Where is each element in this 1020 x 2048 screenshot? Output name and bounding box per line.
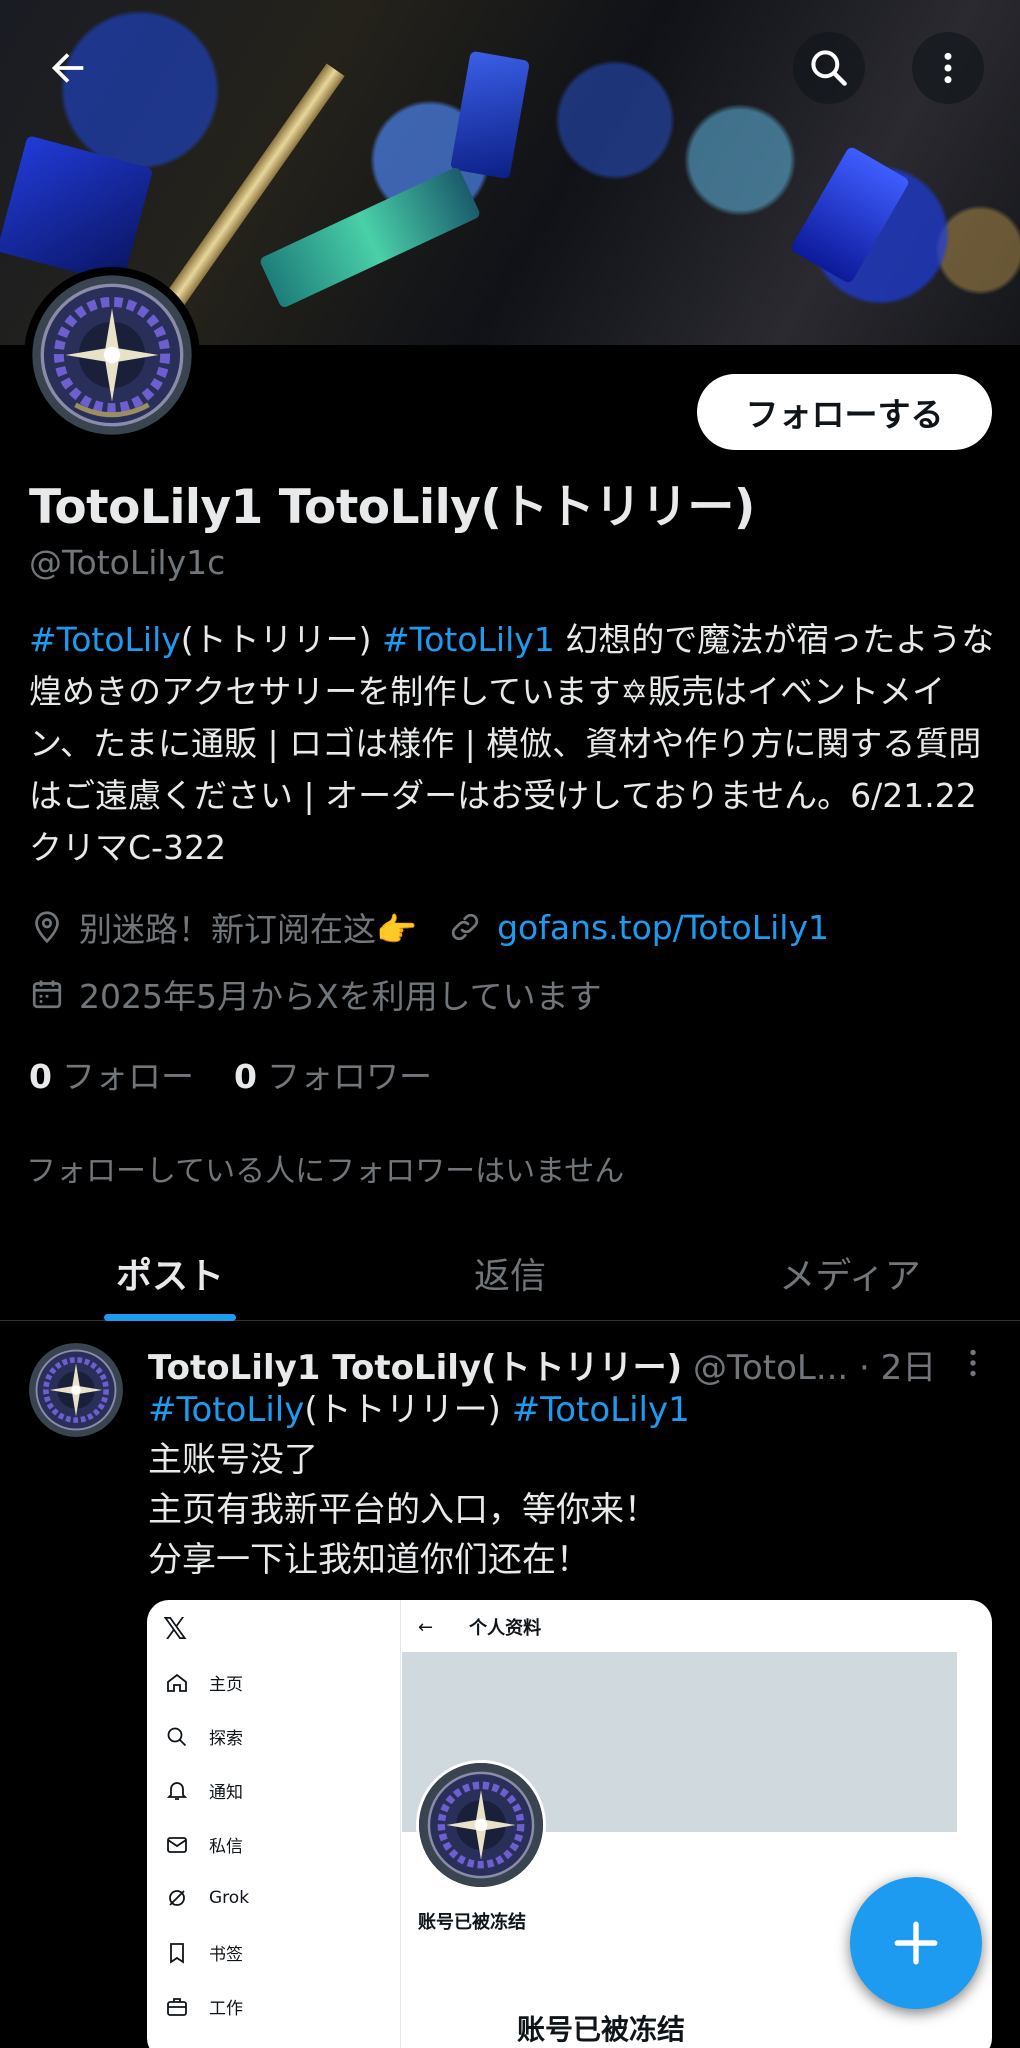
followers-label: フォロワー [266,1057,432,1096]
plus-icon [894,1921,938,1965]
mail-icon [165,1833,189,1857]
compose-post-button[interactable] [850,1877,982,2009]
embed-title: 个人资料 [469,1618,542,1639]
embed-nav-item: 通知 [165,1778,243,1803]
profile-tabs: ポスト 返信 メディア [0,1225,1020,1321]
post-author-avatar[interactable] [29,1343,123,1437]
profile-joined-date: 2025年5月からXを利用しています [79,977,602,1016]
back-arrow-icon: ← [418,1616,434,1638]
tab-media[interactable]: メディア [680,1225,1020,1321]
calendar-icon [29,976,65,1012]
profile-location: 别迷路！新订阅在这👉 [79,910,418,949]
more-options-button[interactable] [912,32,984,104]
follow-button[interactable]: フォローする [697,374,992,450]
embed-nav-label: 书签 [209,1945,243,1965]
hashtag-link[interactable]: #TotoLily [148,1390,304,1430]
bookmark-icon [165,1941,189,1965]
post-author-name[interactable]: TotoLily1 TotoLily(トトリリー) [148,1348,682,1388]
embed-nav-label: 探索 [209,1729,243,1749]
profile-bio: #TotoLily(トトリリー) #TotoLily1 幻想的で魔法が宿ったよう… [29,614,1001,874]
embed-nav-label: Grok [209,1888,250,1908]
embed-topbar: ← 个人资料 [418,1614,541,1640]
link-icon [447,909,483,945]
post-text: (トトリリー) [304,1390,512,1430]
following-count-link[interactable]: 0 フォロー [29,1050,194,1098]
followers-count: 0 [233,1057,257,1096]
embed-nav-item: 探索 [165,1724,243,1749]
tab-replies[interactable]: 返信 [340,1225,680,1321]
bell-icon [165,1779,189,1803]
banner-decoration [0,135,154,285]
embed-nav-label: 主页 [209,1675,243,1695]
hashtag-link[interactable]: #TotoLily [29,620,181,659]
followers-count-link[interactable]: 0 フォロワー [234,1050,432,1098]
following-count: 0 [29,1057,52,1096]
location-pin-icon [29,909,65,945]
embed-sidebar: 𝕏 主页 探索 通知 私信 Grok 书签 工作 [147,1600,401,2048]
profile-avatar[interactable] [24,267,200,443]
back-button[interactable] [32,32,104,104]
grok-icon [165,1886,189,1910]
embed-nav-item: 工作 [165,1994,243,2019]
tab-label: 返信 [473,1256,546,1297]
banner-decoration [258,166,482,309]
post-line: 主页有我新平台的入口，等你来！ [148,1490,658,1530]
banner-decoration [789,145,911,285]
home-icon [165,1671,189,1695]
emblem-logo-icon [29,1343,123,1437]
profile-website-link[interactable]: gofans.top/TotoLily1 [497,908,829,947]
embed-frozen-label: 账号已被冻结 [418,1912,526,1933]
embed-nav-item: 书签 [165,1940,243,1965]
search-icon [165,1725,189,1749]
search-icon [811,50,847,86]
profile-meta-joined: 2025年5月からXを利用しています [29,970,602,1018]
embed-avatar [416,1760,546,1890]
tab-label: メディア [779,1256,921,1297]
profile-handle: @TotoLily1c [29,543,226,582]
embed-nav-label: 私信 [209,1837,243,1857]
briefcase-icon [165,1995,189,2019]
tab-posts[interactable]: ポスト [0,1225,340,1321]
tab-label: ポスト [115,1256,224,1297]
post-handle-time: @TotoL... · 2日 [682,1348,937,1388]
post-header: TotoLily1 TotoLily(トトリリー) @TotoL... · 2日 [148,1340,948,1389]
no-mutual-followers-note: フォローしている人にフォロワーはいません [26,1154,625,1189]
profile-stats: 0 フォロー 0 フォロワー [29,1050,472,1098]
emblem-logo-icon [419,1763,543,1887]
emblem-logo-icon [32,275,192,435]
x-logo-icon: 𝕏 [163,1612,188,1647]
post-body: #TotoLily(トトリリー) #TotoLily1 主账号没了 主页有我新平… [148,1385,998,1585]
profile-meta-location-link: 别迷路！新订阅在这👉 gofans.top/TotoLily1 [29,903,829,951]
more-vertical-icon [944,52,952,84]
hashtag-link[interactable]: #TotoLily1 [382,620,555,659]
post-line: 分享一下让我知道你们还在！ [148,1540,590,1580]
banner-decoration [450,50,530,180]
post-more-button[interactable] [955,1345,991,1381]
active-tab-indicator [104,1314,236,1321]
embed-nav-label: 工作 [209,1999,243,2019]
embed-nav-item: Grok [165,1886,249,1910]
bio-text: (トトリリー) [180,620,383,659]
following-label: フォロー [61,1057,194,1096]
post-line: 主账号没了 [148,1440,318,1480]
profile-display-name: TotoLily1 TotoLily(トトリリー) [29,480,755,535]
embed-frozen-heading: 账号已被冻结 [517,2013,686,2046]
embed-nav-item: 主页 [165,1670,243,1695]
hashtag-link[interactable]: #TotoLily1 [512,1390,690,1430]
search-button[interactable] [793,32,865,104]
embed-nav-label: 通知 [209,1783,243,1803]
more-vertical-icon [970,1349,976,1377]
embed-nav-item: 私信 [165,1832,243,1857]
back-arrow-icon [51,53,84,83]
